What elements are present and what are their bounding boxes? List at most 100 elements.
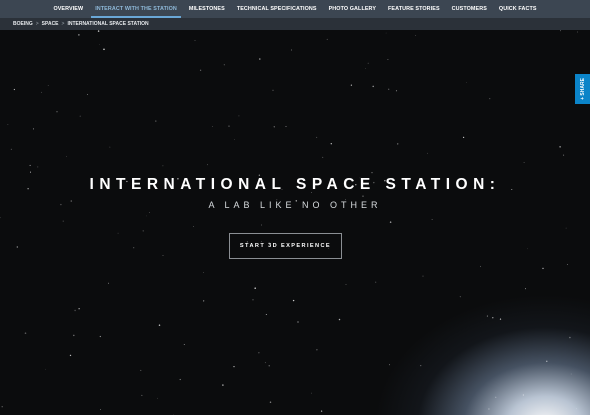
star (117, 232, 119, 234)
star (140, 369, 142, 371)
star (297, 321, 299, 323)
star (326, 38, 328, 40)
star (576, 408, 577, 410)
star (265, 314, 267, 315)
nav-item-quick-facts[interactable]: QUICK FACTS (493, 0, 543, 18)
star (261, 224, 262, 226)
nav-item-milestones[interactable]: MILESTONES (183, 0, 231, 18)
star (285, 126, 287, 127)
star (158, 324, 161, 326)
star (62, 220, 64, 222)
star (316, 136, 318, 138)
star (495, 396, 497, 398)
star (252, 299, 254, 301)
star (183, 343, 185, 346)
star (320, 410, 323, 412)
star (74, 309, 76, 312)
star (350, 84, 353, 86)
star (527, 248, 528, 250)
breadcrumb: BOEING > SPACE > INTERNATIONAL SPACE STA… (0, 18, 590, 30)
nav-item-overview[interactable]: OVERVIEW (47, 0, 89, 18)
star (79, 115, 81, 117)
star (99, 335, 101, 338)
star (385, 32, 387, 34)
star (523, 162, 525, 164)
star (269, 401, 272, 404)
star (56, 111, 58, 113)
star (73, 334, 75, 337)
hero-section: INTERNATIONAL SPACE STATION: A LAB LIKE … (0, 30, 590, 415)
nav-item-photo-gallery[interactable]: PHOTO GALLERY (323, 0, 382, 18)
star (7, 124, 9, 125)
star (207, 164, 208, 166)
star (292, 299, 295, 302)
star (330, 143, 332, 145)
star (41, 91, 42, 93)
star (234, 139, 235, 140)
star (560, 30, 561, 32)
breadcrumb-item-international-space-station: INTERNATIONAL SPACE STATION (67, 21, 149, 27)
star (415, 35, 417, 36)
star (389, 221, 392, 223)
star (322, 156, 324, 158)
star (559, 146, 561, 148)
star (69, 354, 72, 357)
star (565, 227, 567, 229)
star (97, 30, 100, 32)
nav-item-technical-specifications[interactable]: TECHNICAL SPECIFICATIONS (231, 0, 323, 18)
breadcrumb-item-space[interactable]: SPACE (42, 21, 59, 27)
star (47, 85, 49, 86)
star (78, 308, 80, 310)
star (522, 394, 524, 396)
star (466, 82, 467, 83)
nav-item-feature-stories[interactable]: FEATURE STORIES (382, 0, 446, 18)
breadcrumb-separator: > (35, 21, 39, 27)
star (238, 115, 240, 117)
star (566, 264, 568, 265)
star (141, 394, 143, 396)
star (563, 154, 565, 156)
star (99, 44, 100, 45)
star (162, 165, 164, 167)
star (157, 397, 158, 399)
star (489, 98, 491, 100)
star (387, 58, 389, 61)
star (87, 94, 89, 95)
star (109, 146, 111, 148)
nav-item-interact-with-the-station[interactable]: INTERACT WITH THE STATION (89, 0, 183, 18)
breadcrumb-item-boeing[interactable]: BOEING (13, 21, 33, 27)
star (388, 88, 390, 90)
star (203, 300, 205, 302)
star (222, 384, 224, 386)
star (272, 89, 274, 91)
nav-item-customers[interactable]: CUSTOMERS (446, 0, 493, 18)
star (108, 282, 109, 284)
star (546, 360, 548, 362)
star (142, 230, 144, 232)
star (133, 247, 135, 249)
star (362, 195, 364, 197)
star (371, 172, 373, 174)
star (264, 362, 266, 364)
star (420, 365, 422, 367)
starfield-background (0, 30, 578, 415)
star (273, 126, 275, 128)
start-3d-experience-button[interactable]: START 3D EXPERIENCE (229, 233, 342, 259)
star (492, 317, 494, 319)
top-navigation: OVERVIEW INTERACT WITH THE STATION MILES… (0, 0, 590, 18)
star (525, 288, 526, 290)
star (45, 368, 46, 370)
star (179, 378, 181, 381)
star (66, 155, 67, 157)
star (316, 349, 318, 351)
star (365, 67, 366, 69)
star (78, 34, 80, 36)
star (577, 31, 578, 33)
share-tab[interactable]: + SHARE (575, 74, 590, 104)
star (259, 58, 261, 60)
star (338, 318, 341, 321)
star (367, 62, 369, 64)
star (397, 143, 399, 145)
star (203, 272, 204, 274)
star (145, 215, 147, 217)
